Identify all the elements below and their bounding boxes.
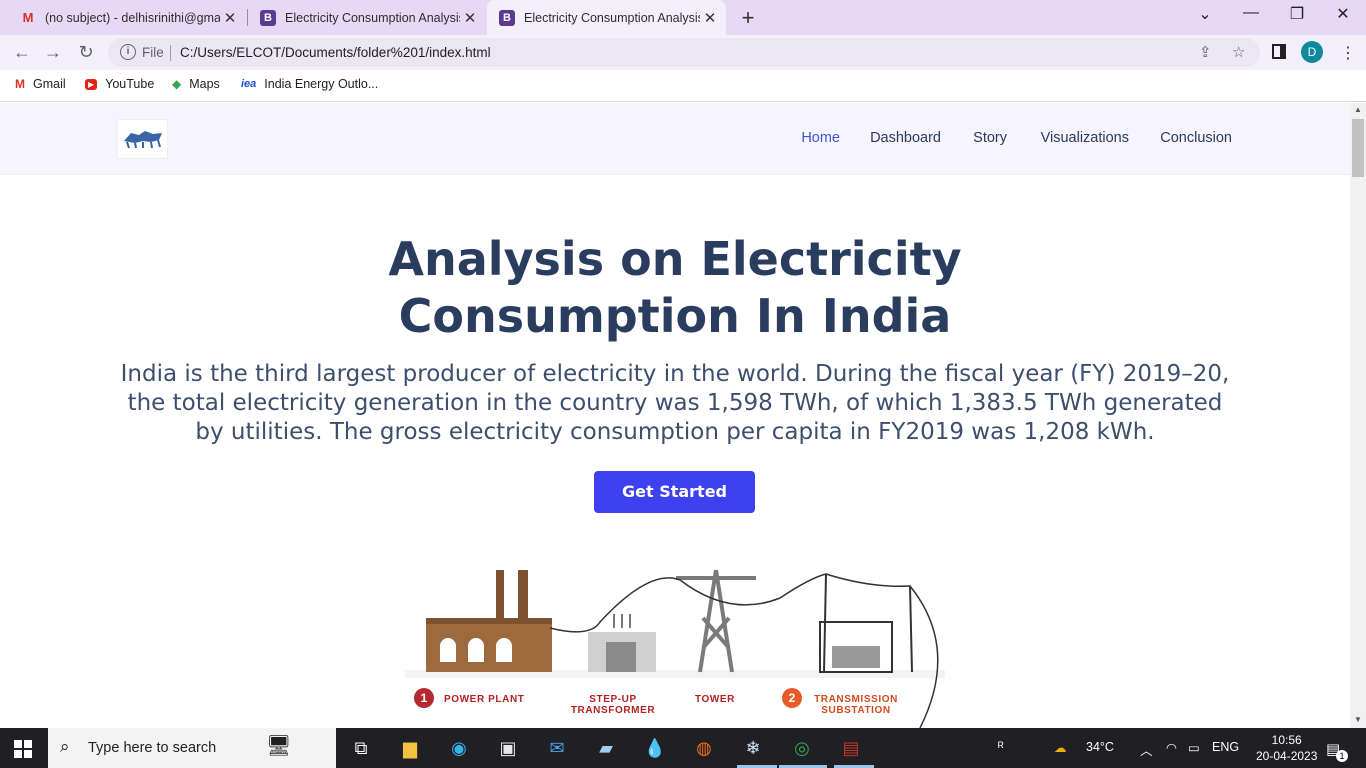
tab-electricity-2[interactable]: B Electricity Consumption Analysis ✕	[487, 0, 726, 35]
window-close-icon[interactable]: ✕	[1331, 4, 1355, 24]
info-icon[interactable]: i	[120, 44, 136, 60]
browser-tab-strip: M (no subject) - delhisrinithi@gmai ✕ B …	[0, 0, 1366, 35]
battery-icon[interactable]: ▭	[1188, 740, 1200, 755]
language-indicator[interactable]: ENG	[1212, 740, 1239, 754]
gmail-icon: M	[22, 10, 34, 25]
share-icon[interactable]: ⇪	[1199, 43, 1212, 61]
close-icon[interactable]: ✕	[700, 9, 720, 27]
tray-chevron-icon[interactable]: ︿	[1140, 740, 1153, 759]
reload-icon[interactable]: ↻	[74, 40, 98, 64]
close-icon[interactable]: ✕	[460, 9, 480, 27]
menu-icon[interactable]: ⋮	[1340, 43, 1356, 63]
scroll-down-icon[interactable]: ▼	[1354, 715, 1362, 724]
tab-title: Electricity Consumption Analysis	[524, 10, 700, 25]
bookmark-maps[interactable]: ◆ Maps	[172, 77, 220, 91]
search-highlight-icon: 🖥	[266, 735, 292, 757]
drop-app-icon[interactable]: 💧	[642, 736, 668, 760]
hero-title-line2: Consumption In India	[398, 289, 952, 343]
tab-title: Electricity Consumption Analysis	[285, 10, 460, 25]
snipping-icon[interactable]: ❄	[740, 736, 766, 760]
people-icon[interactable]: ᴿ	[998, 740, 1004, 754]
chrome-icon[interactable]: ◎	[789, 736, 815, 760]
youtube-icon: ▶	[85, 78, 98, 90]
notes-icon[interactable]: ▰	[593, 736, 619, 760]
lion-logo-icon	[123, 131, 162, 149]
tab-gmail[interactable]: M (no subject) - delhisrinithi@gmai ✕	[8, 0, 246, 35]
nav-story[interactable]: Story	[973, 130, 1007, 146]
nav-conclusion[interactable]: Conclusion	[1160, 130, 1232, 146]
tab-search-chevron-icon[interactable]: ⌄	[1193, 4, 1217, 24]
winrar-icon[interactable]: ▤	[838, 736, 864, 760]
illustration-label: TOWER	[694, 694, 736, 705]
hero-title-line1: Analysis on Electricity	[388, 232, 962, 286]
side-panel-icon[interactable]	[1272, 44, 1286, 59]
bootstrap-icon: B	[499, 9, 515, 26]
minimize-icon[interactable]: —	[1239, 4, 1263, 22]
scrollbar-thumb[interactable]	[1352, 119, 1364, 177]
address-url[interactable]: C:/Users/ELCOT/Documents/folder%201/inde…	[180, 45, 491, 60]
address-bar[interactable]: i File C:/Users/ELCOT/Documents/folder%2…	[108, 38, 1260, 67]
gmail-icon: M	[15, 77, 25, 91]
hero-title: Analysis on Electricity Consumption In I…	[0, 231, 1350, 345]
taskbar-clock[interactable]: 10:56 20-04-2023	[1256, 732, 1317, 764]
maps-icon: ◆	[172, 77, 182, 91]
scroll-up-icon[interactable]: ▲	[1354, 105, 1362, 114]
clock-time: 10:56	[1271, 733, 1302, 747]
wifi-icon[interactable]: ◠	[1166, 740, 1177, 755]
edge-icon[interactable]: ◉	[446, 736, 472, 760]
bookmark-label: India Energy Outlo...	[264, 77, 379, 91]
bookmark-iea[interactable]: iea India Energy Outlo...	[241, 77, 378, 91]
tab-title: (no subject) - delhisrinithi@gmai	[45, 10, 220, 25]
hero-description: India is the third largest producer of e…	[120, 361, 1230, 445]
nav-home[interactable]: Home	[801, 130, 840, 146]
bookmark-label: Maps	[189, 77, 220, 91]
get-started-button[interactable]: Get Started	[594, 471, 755, 513]
task-view-icon[interactable]: ⧉	[348, 736, 374, 760]
store-icon[interactable]: ▣	[495, 736, 521, 760]
step-number: 1	[414, 688, 434, 708]
web-page: Home Dashboard Story Visualizations Conc…	[0, 103, 1350, 728]
file-explorer-icon[interactable]: ▆	[397, 736, 423, 760]
new-tab-button[interactable]: +	[736, 5, 760, 31]
illustration-label: TRANSMISSION SUBSTATION	[814, 694, 898, 716]
weather-icon: ☁	[1054, 741, 1067, 755]
mail-icon[interactable]: ✉	[544, 736, 570, 760]
nav-visualizations[interactable]: Visualizations	[1041, 130, 1129, 146]
notification-count: 1	[1336, 750, 1348, 762]
nav-dashboard[interactable]: Dashboard	[870, 130, 941, 146]
illustration-label: POWER PLANT	[444, 694, 525, 705]
iea-icon: iea	[241, 78, 257, 90]
address-divider	[170, 45, 171, 61]
bookmark-youtube[interactable]: ▶ YouTube	[85, 77, 154, 91]
taskbar-search-placeholder: Type here to search	[88, 740, 217, 756]
windows-start-icon[interactable]	[14, 740, 32, 758]
search-icon: ⌕	[60, 737, 70, 756]
bookmark-label: Gmail	[33, 77, 66, 91]
bookmark-label: YouTube	[105, 77, 155, 91]
illustration-label: STEP-UP TRANSFORMER	[570, 694, 656, 716]
site-logo[interactable]	[117, 119, 168, 159]
clock-date: 20-04-2023	[1256, 749, 1318, 763]
bookmark-gmail[interactable]: M Gmail	[15, 77, 66, 91]
bookmarks-bar: M Gmail ▶ YouTube ◆ Maps iea India Energ…	[0, 70, 1366, 102]
power-grid-illustration: 1 POWER PLANT STEP-UP TRANSFORMER TOWER …	[400, 558, 950, 728]
forward-icon[interactable]: →	[41, 40, 65, 64]
firefox-icon[interactable]: ◍	[691, 736, 717, 760]
tab-electricity-1[interactable]: B Electricity Consumption Analysis ✕	[248, 0, 486, 35]
bookmark-star-icon[interactable]: ☆	[1232, 43, 1245, 61]
weather-temp[interactable]: 34°C	[1086, 740, 1114, 754]
back-icon[interactable]: ←	[10, 40, 34, 64]
browser-toolbar: ← → ↻ i File C:/Users/ELCOT/Documents/fo…	[0, 35, 1366, 70]
page-scrollbar[interactable]: ▲ ▼	[1350, 103, 1366, 728]
taskbar-search-box[interactable]: ⌕ Type here to search 🖥	[48, 728, 336, 768]
step-number: 2	[782, 688, 802, 708]
address-scheme: File	[142, 45, 164, 60]
close-icon[interactable]: ✕	[220, 9, 240, 27]
bootstrap-icon: B	[260, 9, 276, 26]
site-header: Home Dashboard Story Visualizations Conc…	[0, 103, 1350, 175]
restore-icon[interactable]: ❐	[1285, 4, 1309, 24]
profile-avatar[interactable]: D	[1301, 41, 1323, 63]
windows-taskbar: ⌕ Type here to search 🖥 ⧉ ▆ ◉ ▣ ✉ ▰ 💧 ◍ …	[0, 728, 1366, 768]
